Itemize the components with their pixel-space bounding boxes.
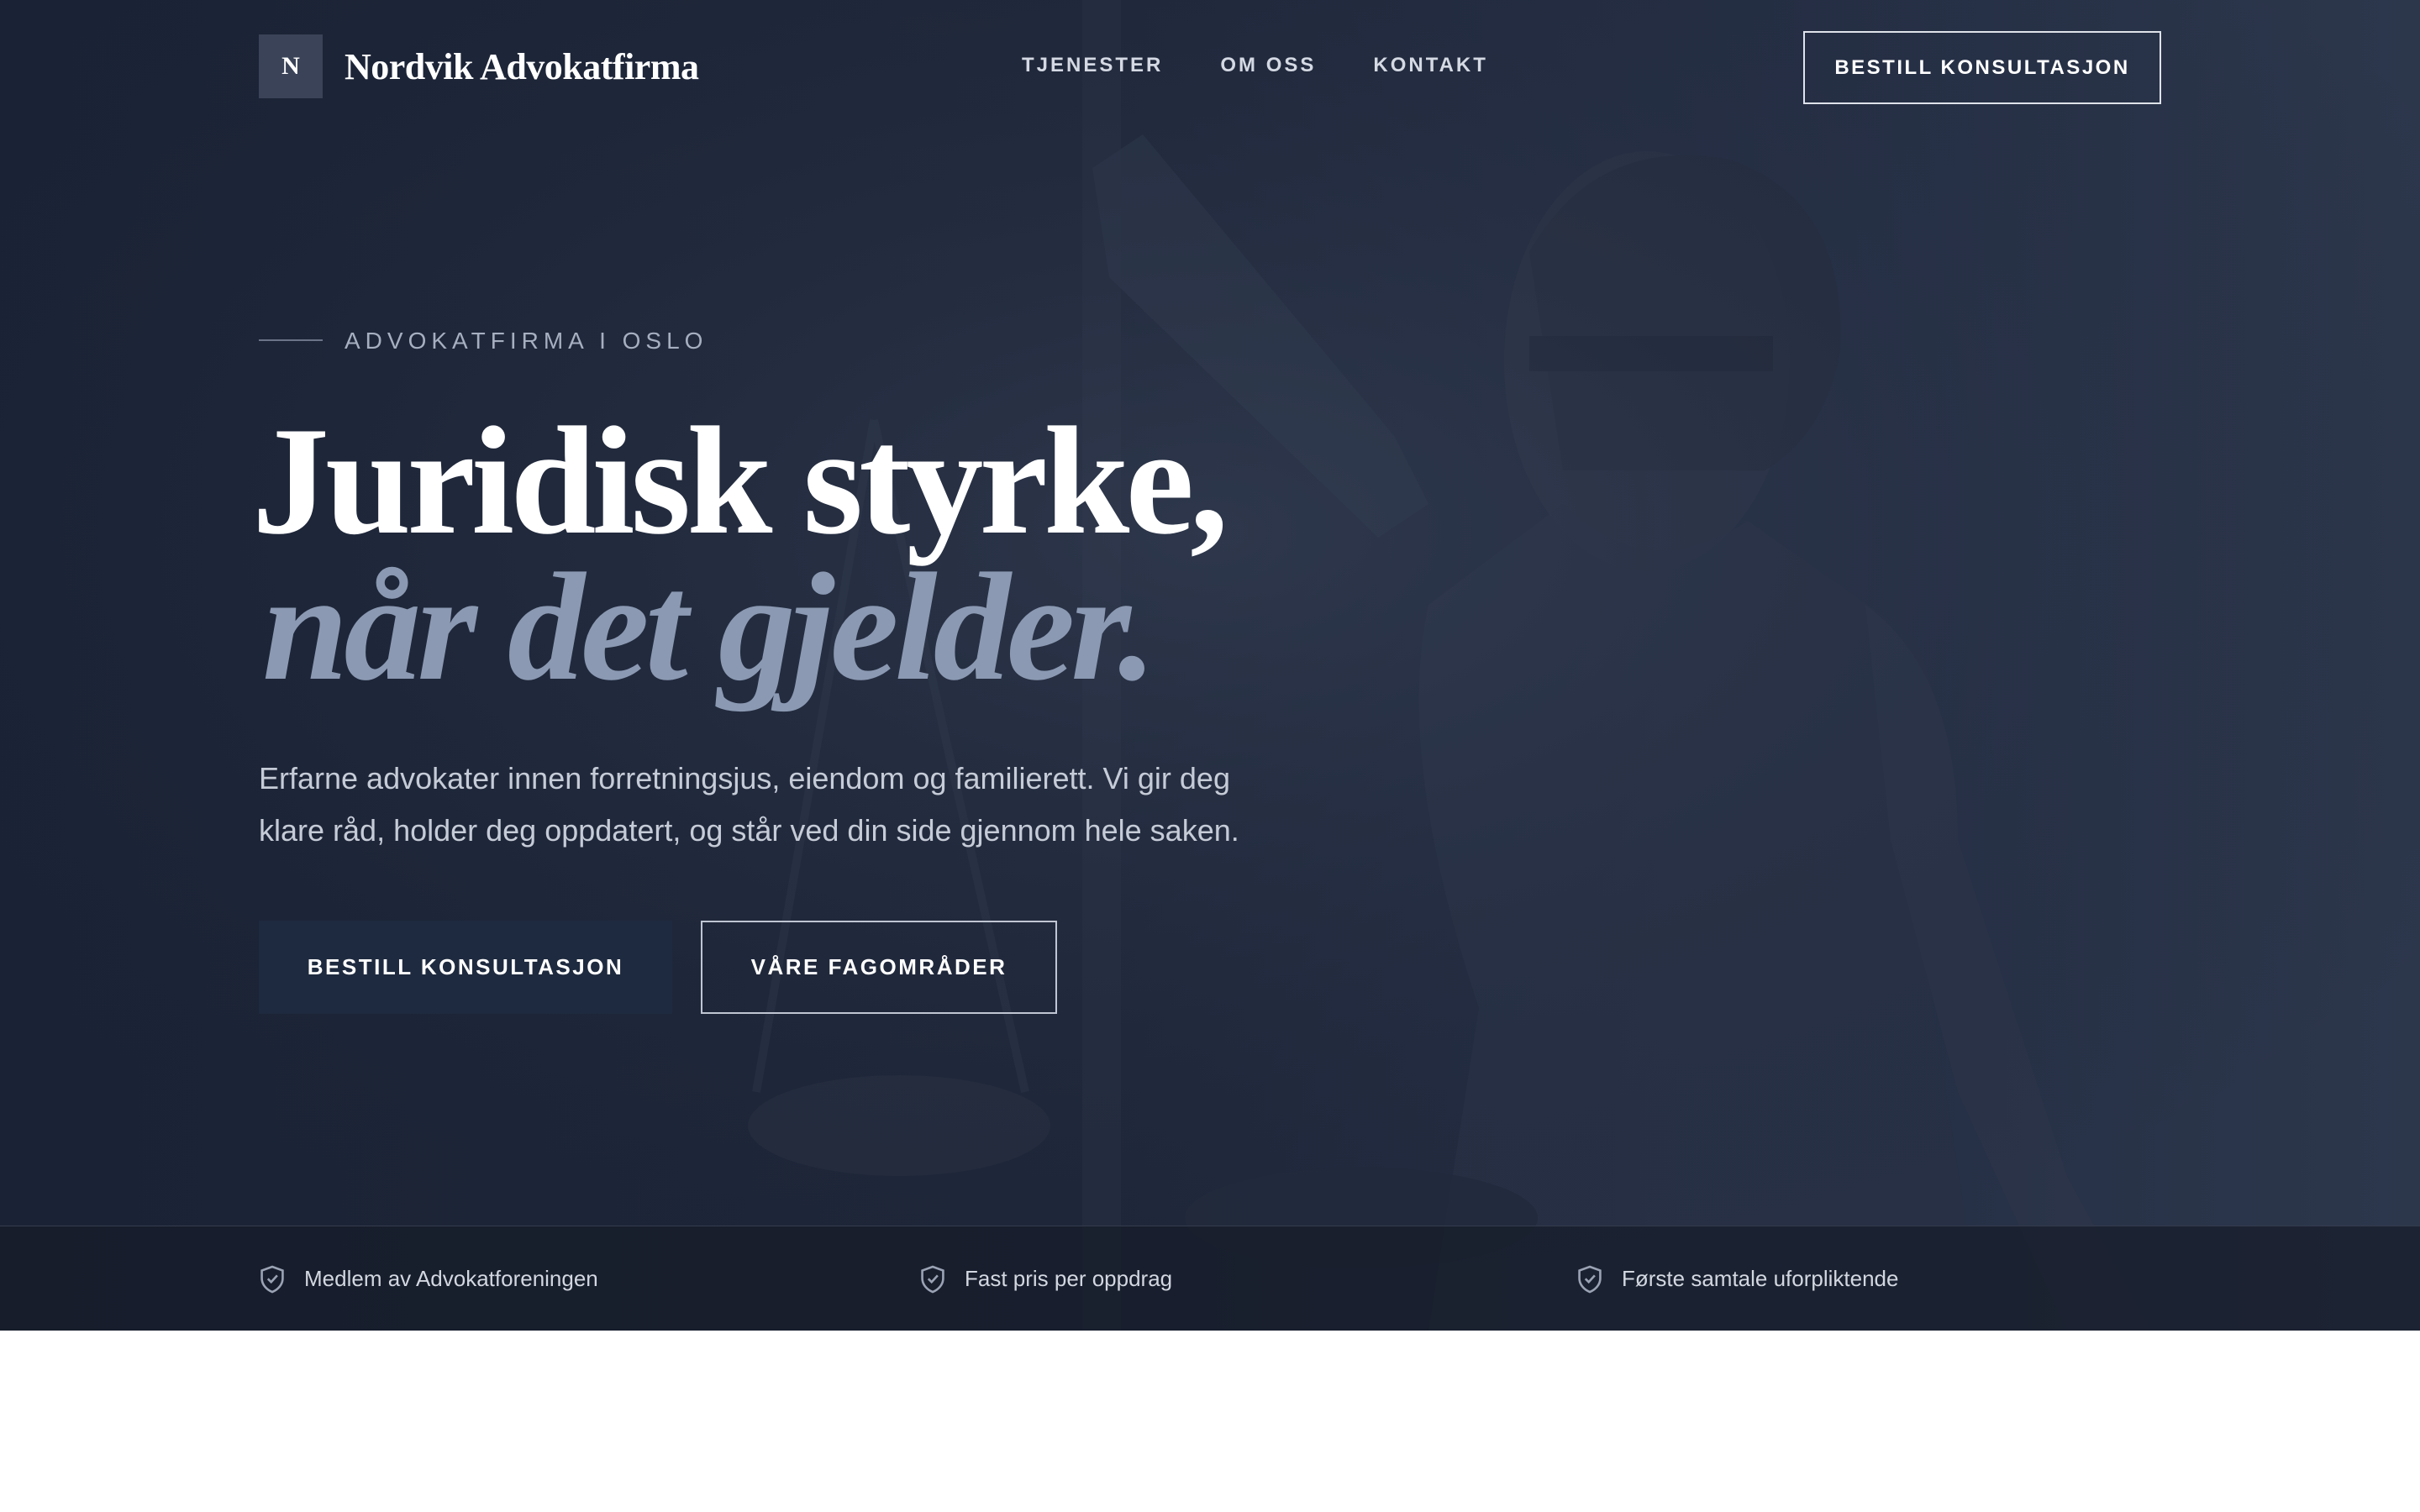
eyebrow-divider bbox=[259, 339, 323, 341]
shield-check-icon bbox=[260, 1265, 284, 1293]
logo-mark[interactable]: N bbox=[259, 34, 323, 98]
hero-eyebrow: ADVOKATFIRMA I OSLO bbox=[345, 328, 708, 354]
nav-item-tjenester[interactable]: TJENESTER bbox=[1022, 54, 1163, 77]
trust-item: Første samtale uforpliktende bbox=[1576, 1226, 1898, 1331]
practice-areas-button[interactable]: VÅRE FAGOMRÅDER bbox=[701, 921, 1057, 1014]
trust-item: Fast pris per oppdrag bbox=[919, 1226, 1172, 1331]
brand-name[interactable]: Nordvik Advokatfirma bbox=[345, 45, 699, 88]
hero-lead-text: Erfarne advokater innen forretningsjus, … bbox=[259, 761, 1239, 848]
hero-headline-line2: når det gjelder. bbox=[262, 541, 1157, 712]
trust-item: Medlem av Advokatforeningen bbox=[259, 1226, 598, 1331]
trust-text: Første samtale uforpliktende bbox=[1622, 1266, 1899, 1291]
main-nav: TJENESTER OM OSS KONTAKT bbox=[1022, 54, 1488, 77]
header-consultation-button[interactable]: BESTILL KONSULTASJON bbox=[1803, 31, 2161, 104]
trust-bar: Medlem av Advokatforeningen Fast pris pe… bbox=[0, 1226, 2420, 1331]
shield-check-icon bbox=[921, 1265, 944, 1293]
nav-item-om-oss[interactable]: OM OSS bbox=[1220, 54, 1316, 77]
hero-headline-line1: Juridisk styrke, bbox=[252, 395, 1228, 566]
nav-item-kontakt[interactable]: KONTAKT bbox=[1373, 54, 1488, 77]
trust-text: Fast pris per oppdrag bbox=[965, 1266, 1173, 1291]
book-consultation-button[interactable]: BESTILL KONSULTASJON bbox=[259, 921, 672, 1014]
hero-section: N Nordvik Advokatfirma TJENESTER OM OSS … bbox=[0, 0, 2420, 1331]
trust-text: Medlem av Advokatforeningen bbox=[304, 1266, 598, 1291]
shield-check-icon bbox=[1578, 1265, 1602, 1293]
logo-letter: N bbox=[281, 52, 300, 80]
